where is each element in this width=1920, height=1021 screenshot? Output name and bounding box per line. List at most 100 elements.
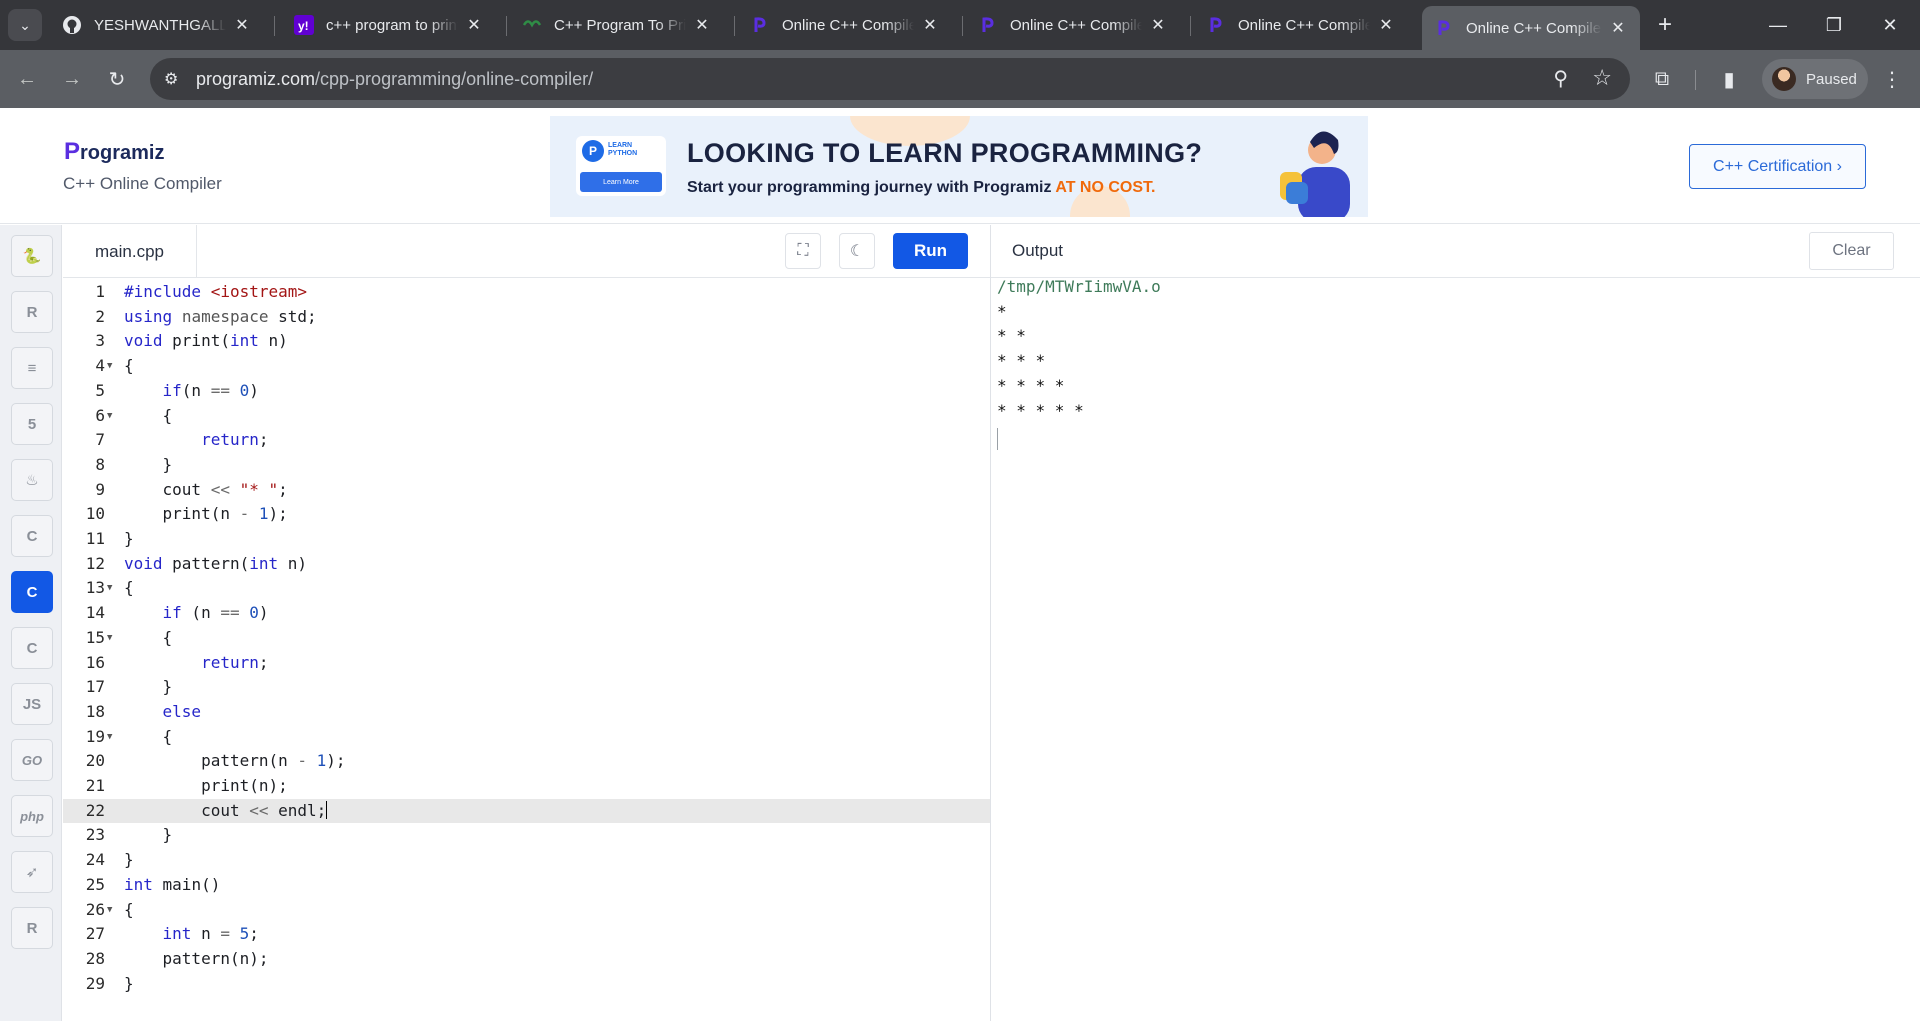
output-console[interactable]: /tmp/MTWrIimwVA.o * * * * * * * * * * * * * *…: [991, 277, 1920, 1021]
cpp-certification-button[interactable]: C++ Certification ›: [1689, 144, 1866, 189]
tab-search-chevron-icon[interactable]: ⌄: [8, 9, 42, 41]
code-line[interactable]: 17 }: [63, 675, 990, 700]
code-line[interactable]: 1 #include <iostream>: [63, 280, 990, 305]
code-line[interactable]: 2 using namespace std;: [63, 305, 990, 330]
fold-arrow-icon[interactable]: ▼: [107, 404, 112, 429]
code-line[interactable]: 13 ▼ {: [63, 576, 990, 601]
cpp-language-icon[interactable]: C: [11, 571, 53, 613]
promo-banner[interactable]: P LEARN PYTHON Learn More LOOKING TO LEA…: [550, 116, 1368, 217]
line-number: 4: [95, 356, 105, 376]
programiz-logo[interactable]: Programiz: [64, 138, 164, 166]
code-line[interactable]: 29}: [63, 972, 990, 997]
code-line[interactable]: 28 pattern(n);: [63, 947, 990, 972]
code-line[interactable]: 8 }: [63, 453, 990, 478]
java-language-icon[interactable]: ♨: [11, 459, 53, 501]
code-line[interactable]: 11}: [63, 527, 990, 552]
code-line[interactable]: 5 if(n == 0): [63, 379, 990, 404]
code-line[interactable]: 14 if (n == 0): [63, 601, 990, 626]
javascript-language-icon[interactable]: JS: [11, 683, 53, 725]
site-settings-icon[interactable]: ⚙: [164, 69, 184, 89]
new-tab-plus-icon[interactable]: +: [1650, 10, 1680, 40]
code-text: void print(int n): [124, 331, 288, 351]
browser-tab-5[interactable]: Online C++ Compiler ✕: [966, 6, 1180, 44]
logo-mark: P: [64, 138, 81, 165]
code-line[interactable]: 23 }: [63, 823, 990, 848]
browser-tab-4[interactable]: Online C++ Compiler ✕: [738, 6, 952, 44]
code-text: }: [124, 677, 173, 697]
code-line[interactable]: 10 print(n - 1);: [63, 502, 990, 527]
file-tab-main-cpp[interactable]: main.cpp: [63, 225, 197, 278]
address-bar[interactable]: ⚙ programiz.com/cpp-programming/online-c…: [150, 58, 1630, 100]
code-line[interactable]: 12 void pattern(int n): [63, 552, 990, 577]
code-line[interactable]: 9 cout << "* ";: [63, 478, 990, 503]
browser-tab-3[interactable]: C++ Program To Print ✕: [510, 6, 724, 44]
code-line[interactable]: 4 ▼ {: [63, 354, 990, 379]
sql-language-icon[interactable]: ≡: [11, 347, 53, 389]
tab-title: Online C++ Compiler: [1238, 16, 1370, 34]
code-text: }: [124, 973, 134, 993]
code-line[interactable]: 21 print(n);: [63, 774, 990, 799]
fullscreen-icon[interactable]: ⛶: [785, 233, 821, 269]
dark-mode-moon-icon[interactable]: ☾: [839, 233, 875, 269]
code-line[interactable]: 15 ▼ {: [63, 626, 990, 651]
tab-close-icon[interactable]: ✕: [464, 15, 484, 35]
run-button[interactable]: Run: [893, 233, 968, 269]
code-line[interactable]: 22 cout << endl;: [63, 798, 990, 824]
zoom-icon[interactable]: ⚲: [1553, 66, 1568, 91]
learn-more-button[interactable]: Learn More: [580, 172, 662, 192]
browser-tab-1[interactable]: YESHWANTHGALLA/ ✕: [50, 6, 264, 44]
bookmark-star-icon[interactable]: ☆: [1592, 65, 1612, 91]
code-line[interactable]: 16 return;: [63, 651, 990, 676]
code-line[interactable]: 18 else: [63, 700, 990, 725]
line-number: 11: [85, 529, 105, 548]
code-editor[interactable]: 1 #include <iostream> 2 using namespace std…: [63, 278, 990, 1021]
tab-close-icon[interactable]: ✕: [1148, 15, 1168, 35]
rust-language-icon[interactable]: R: [11, 907, 53, 949]
tab-close-icon[interactable]: ✕: [692, 15, 712, 35]
csharp-language-icon[interactable]: C: [11, 627, 53, 669]
minimize-icon[interactable]: —: [1750, 0, 1806, 50]
c-language-icon[interactable]: C: [11, 515, 53, 557]
r-language-icon[interactable]: R: [11, 291, 53, 333]
code-line[interactable]: 20 pattern(n - 1);: [63, 749, 990, 774]
clear-button[interactable]: Clear: [1809, 232, 1894, 270]
browser-tab-2[interactable]: y! c++ program to print ✕: [282, 6, 496, 44]
close-window-icon[interactable]: ✕: [1862, 0, 1918, 50]
html-language-icon[interactable]: 5: [11, 403, 53, 445]
go-language-icon[interactable]: GO: [11, 739, 53, 781]
code-line[interactable]: 27 int n = 5;: [63, 922, 990, 947]
reload-icon[interactable]: ↻: [100, 62, 134, 96]
code-line[interactable]: 25 int main(): [63, 873, 990, 898]
forward-arrow-icon[interactable]: →: [55, 62, 89, 96]
line-number: 7: [95, 430, 105, 450]
code-line[interactable]: 24}: [63, 848, 990, 873]
browser-tab-7[interactable]: Online C++ Compiler ✕: [1422, 6, 1640, 50]
tab-close-icon[interactable]: ✕: [920, 15, 940, 35]
browser-menu-icon[interactable]: ⋮: [1875, 62, 1909, 96]
php-language-icon[interactable]: php: [11, 795, 53, 837]
logo-text: rogramiz: [80, 142, 165, 164]
fold-arrow-icon[interactable]: ▼: [107, 576, 112, 601]
code-line[interactable]: 19 ▼ {: [63, 725, 990, 750]
code-line[interactable]: 7 return;: [63, 428, 990, 453]
tab-close-icon[interactable]: ✕: [232, 15, 252, 35]
code-line[interactable]: 6 ▼ {: [63, 404, 990, 429]
extensions-icon[interactable]: ⧉: [1645, 62, 1679, 96]
back-arrow-icon[interactable]: ←: [10, 62, 44, 96]
code-line[interactable]: 26 ▼ {: [63, 898, 990, 923]
python-language-icon[interactable]: 🐍: [11, 235, 53, 277]
side-panel-icon[interactable]: ▮: [1712, 62, 1746, 96]
fold-arrow-icon[interactable]: ▼: [107, 354, 112, 379]
swift-language-icon[interactable]: ➶: [11, 851, 53, 893]
line-number: 9: [95, 479, 105, 499]
browser-tab-6[interactable]: Online C++ Compiler ✕: [1194, 6, 1408, 44]
profile-button[interactable]: Paused: [1762, 59, 1868, 99]
line-number: 14: [85, 603, 105, 623]
tab-close-icon[interactable]: ✕: [1608, 18, 1628, 38]
fold-arrow-icon[interactable]: ▼: [107, 626, 112, 651]
code-line[interactable]: 3 void print(int n): [63, 329, 990, 354]
fold-arrow-icon[interactable]: ▼: [107, 898, 112, 923]
tab-close-icon[interactable]: ✕: [1376, 15, 1396, 35]
fold-arrow-icon[interactable]: ▼: [107, 725, 112, 750]
restore-icon[interactable]: ❐: [1806, 0, 1862, 50]
